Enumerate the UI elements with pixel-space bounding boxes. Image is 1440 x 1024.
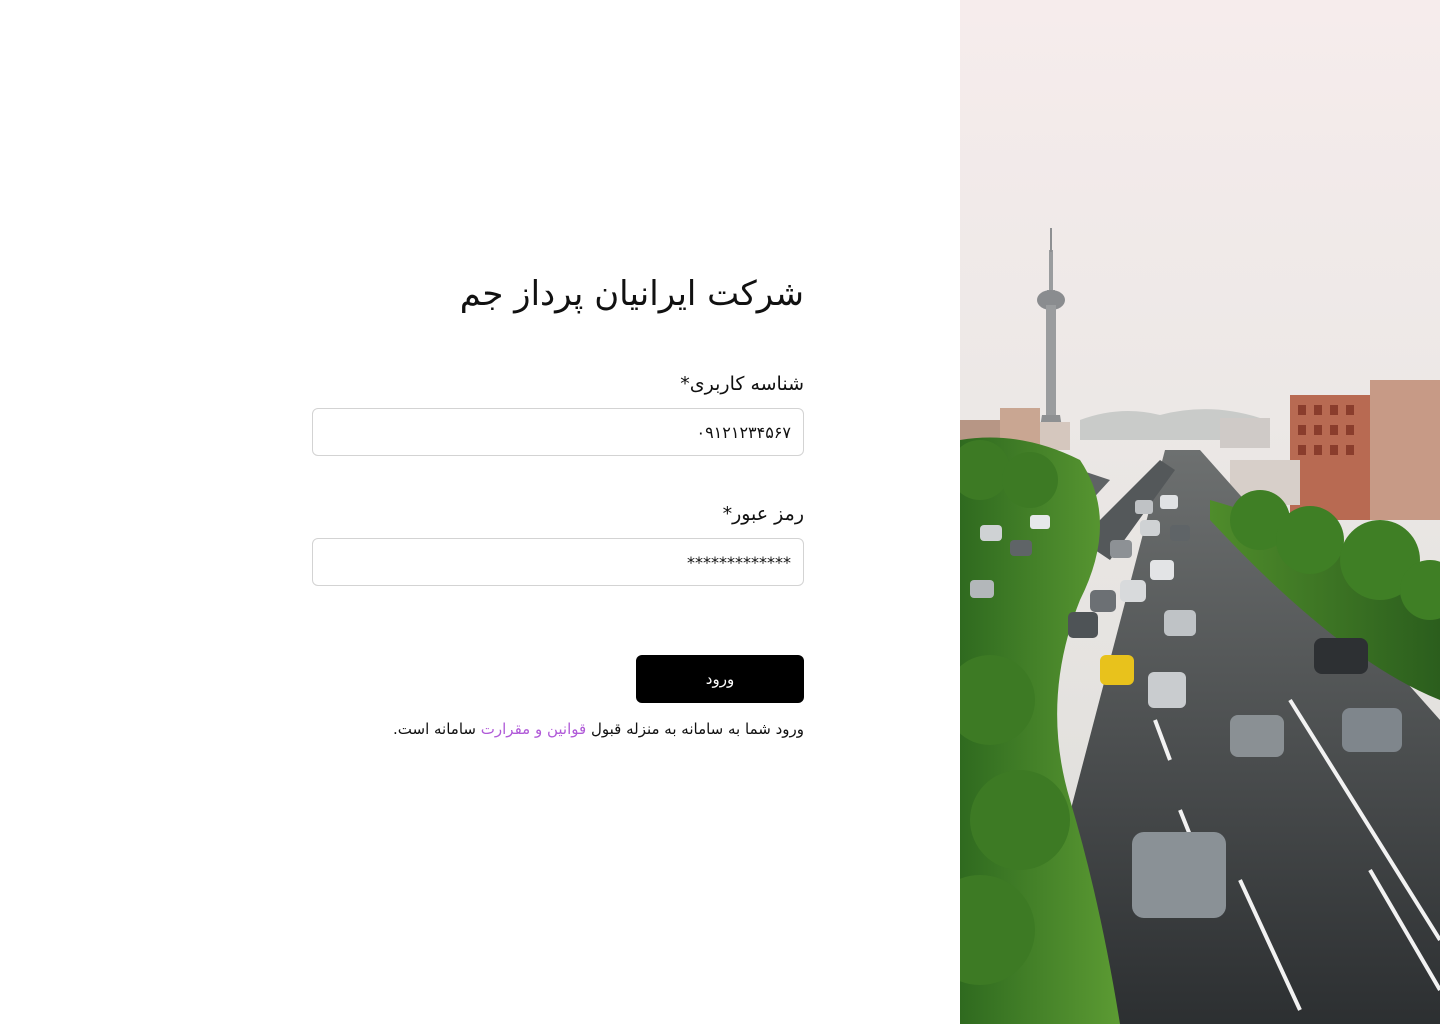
city-highway-photo <box>960 0 1440 1024</box>
username-label: شناسه کاربری* <box>680 373 804 395</box>
login-button[interactable]: ورود <box>636 655 804 703</box>
page-title: شرکت ایرانیان پرداز جم <box>459 274 804 314</box>
login-page: شرکت ایرانیان پرداز جم شناسه کاربری* رمز… <box>0 0 1440 1024</box>
login-form: شرکت ایرانیان پرداز جم شناسه کاربری* رمز… <box>312 262 804 741</box>
username-input[interactable] <box>312 408 804 456</box>
terms-link[interactable]: قوانین و مقرارت <box>481 720 586 738</box>
terms-prefix: ورود شما به سامانه به منزله قبول <box>590 720 804 738</box>
terms-suffix: سامانه است. <box>393 720 476 738</box>
password-input[interactable] <box>312 538 804 586</box>
terms-notice: ورود شما به سامانه به منزله قبول قوانین … <box>312 717 804 741</box>
password-label: رمز عبور* <box>722 503 804 525</box>
photo-illustration <box>960 0 1440 1024</box>
